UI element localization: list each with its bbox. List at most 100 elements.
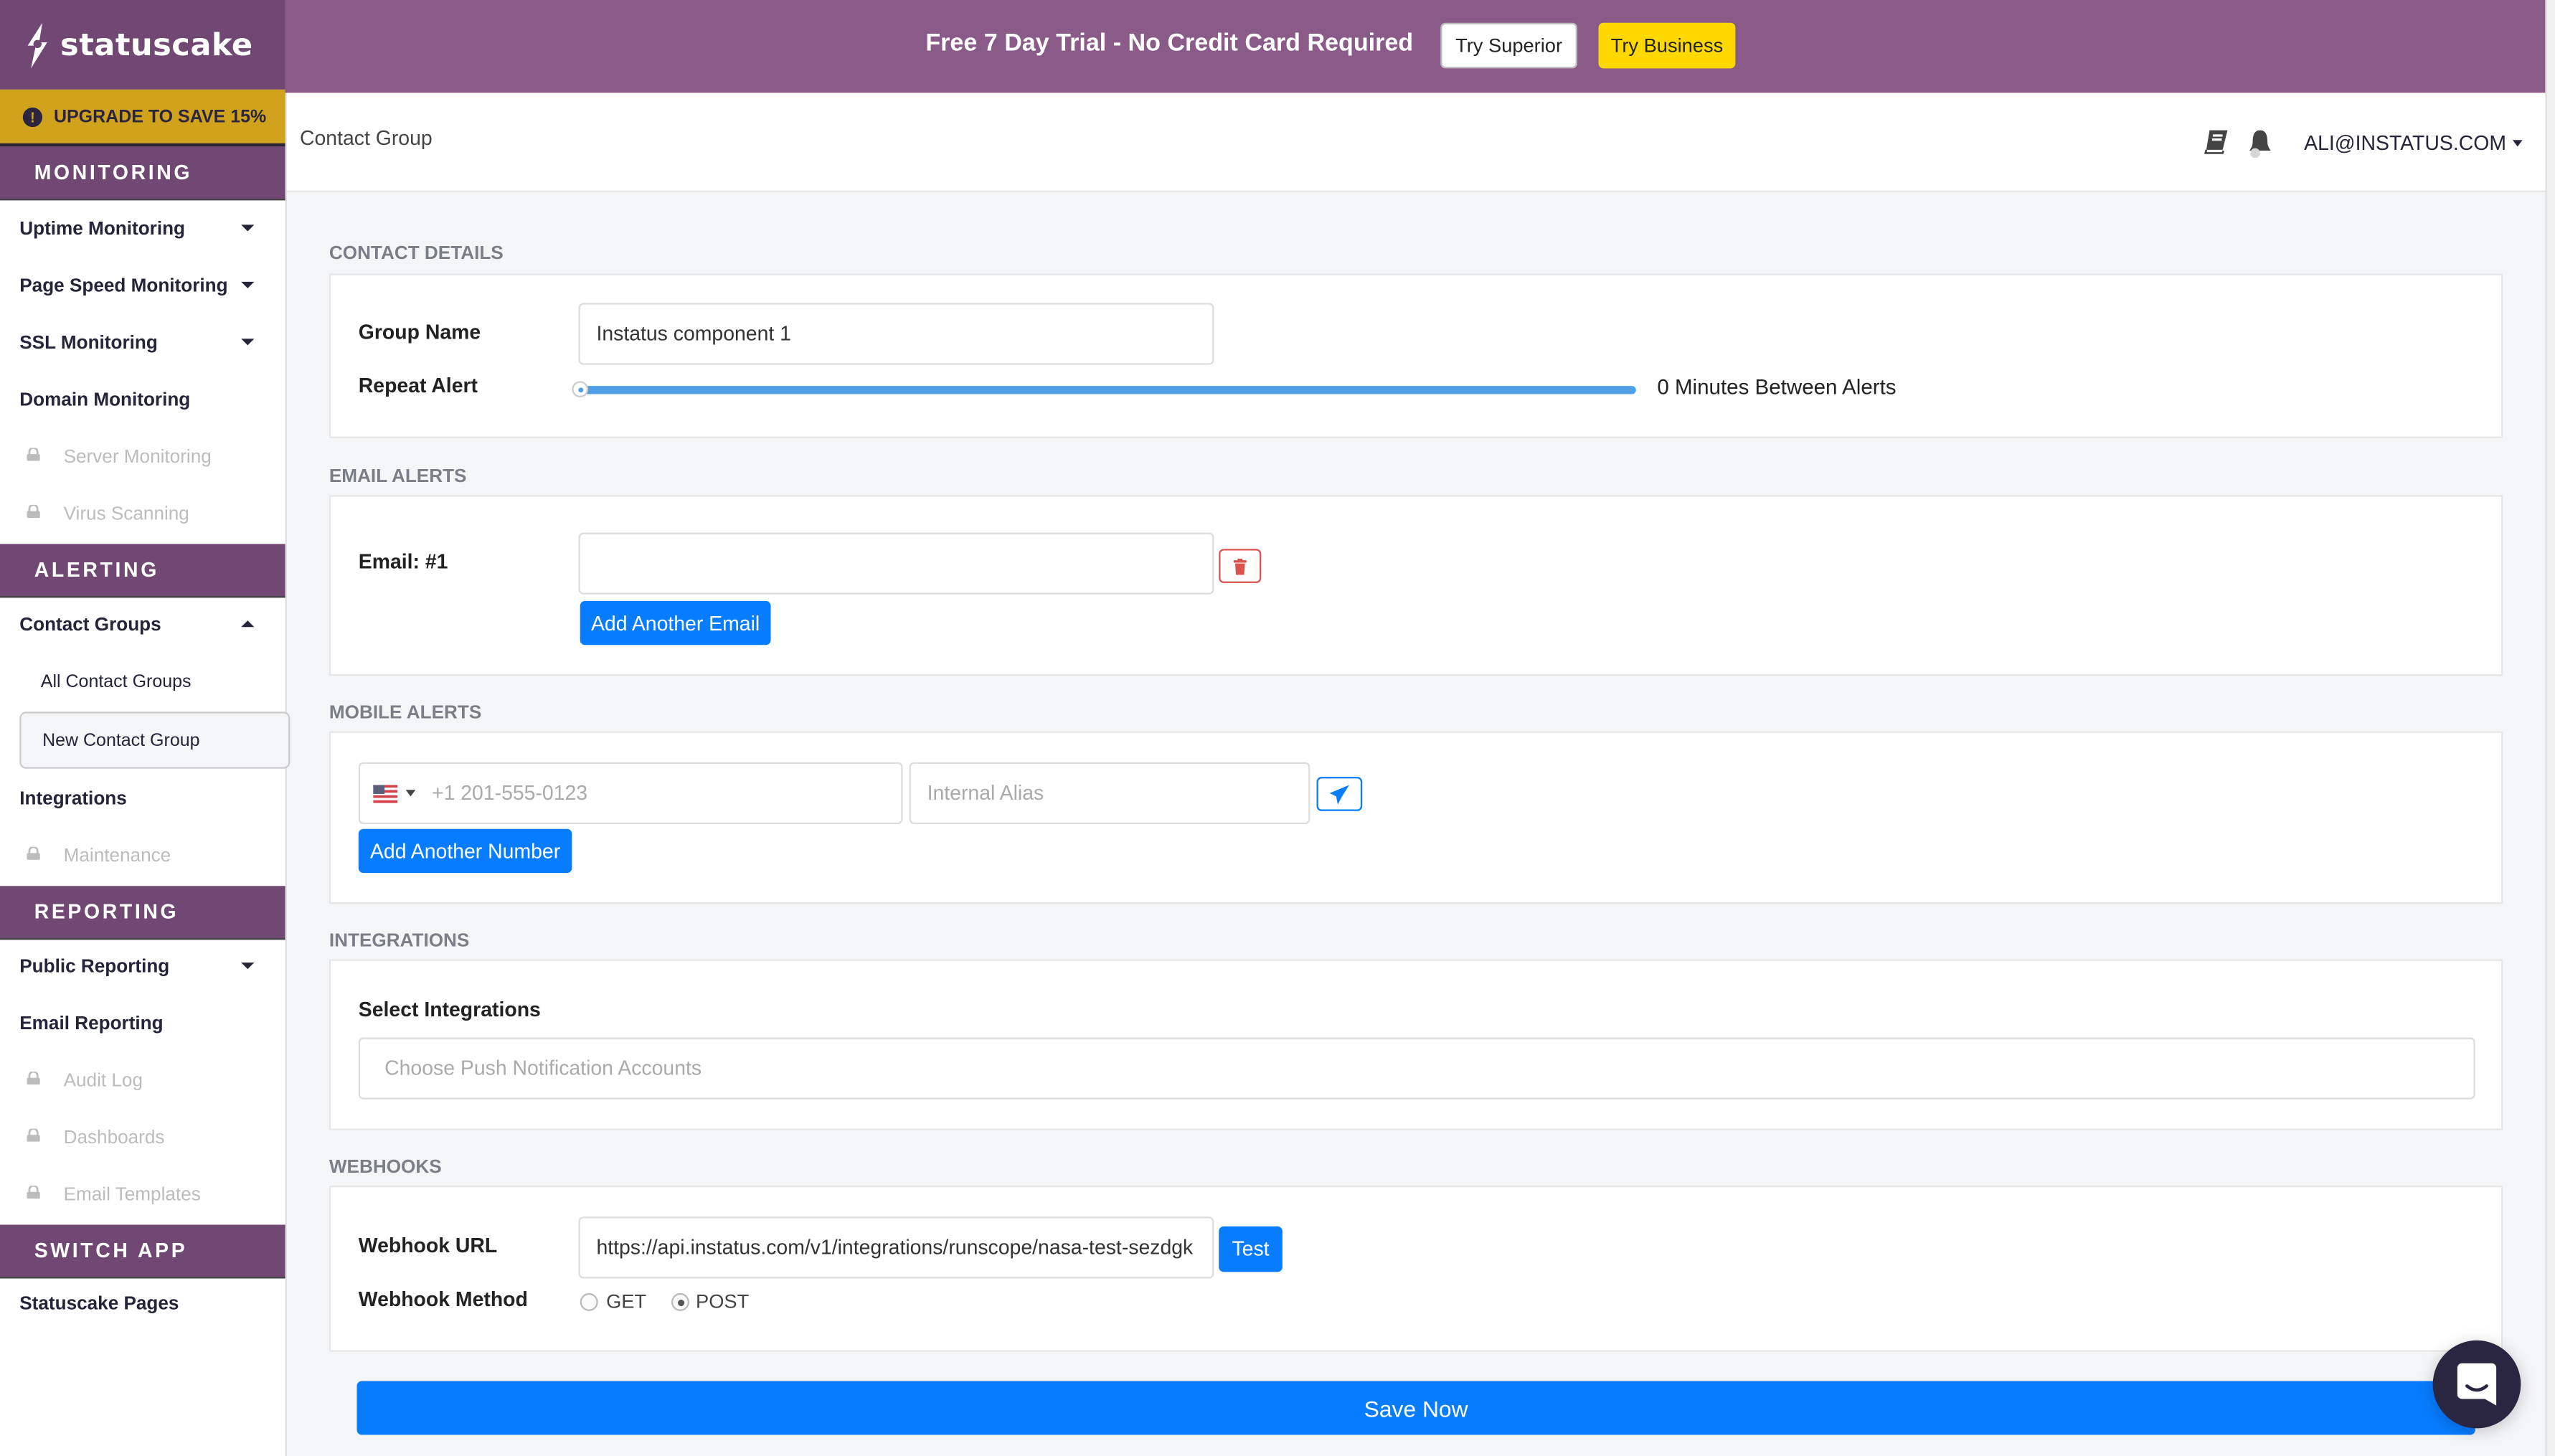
sidebar-item-label: Uptime Monitoring <box>19 219 186 239</box>
us-flag-icon[interactable] <box>373 784 398 803</box>
integrations-heading: INTEGRATIONS <box>329 931 470 952</box>
sidebar-item-audit-log[interactable]: Audit Log <box>0 1052 285 1109</box>
repeat-alert-label: Repeat Alert <box>358 374 478 398</box>
caret-up-icon <box>241 620 255 628</box>
caret-down-icon <box>2513 140 2523 147</box>
repeat-alert-slider-thumb[interactable] <box>572 381 589 398</box>
group-name-input[interactable]: Instatus component 1 <box>578 303 1214 365</box>
integrations-select[interactable]: Choose Push Notification Accounts <box>358 1037 2475 1100</box>
group-name-label: Group Name <box>358 321 481 344</box>
sidebar-section-reporting: REPORTING <box>0 886 285 940</box>
sidebar-item-label: Page Speed Monitoring <box>19 275 228 296</box>
sidebar-section-alerting: ALERTING <box>0 544 285 598</box>
sidebar-item-email-templates[interactable]: Email Templates <box>0 1166 285 1223</box>
sidebar-item-page-speed-monitoring[interactable]: Page Speed Monitoring <box>0 257 285 314</box>
sidebar-item-contact-groups[interactable]: Contact Groups <box>0 596 285 653</box>
caret-down-icon <box>241 339 255 346</box>
sidebar-item-new-contact-group[interactable]: New Contact Group <box>19 712 291 769</box>
sidebar-item-server-monitoring[interactable]: Server Monitoring <box>0 428 285 485</box>
add-another-number-button[interactable]: Add Another Number <box>358 828 572 874</box>
bell-icon[interactable] <box>2245 128 2275 159</box>
caret-down-icon <box>241 224 255 232</box>
method-post-radio[interactable] <box>671 1292 689 1311</box>
try-superior-button[interactable]: Try Superior <box>1440 22 1578 69</box>
repeat-alert-slider-track[interactable] <box>580 386 1636 394</box>
logo[interactable]: statuscake <box>0 0 285 90</box>
statuscake-logo-icon <box>27 22 47 68</box>
sidebar-item-label: Audit Log <box>63 1070 143 1091</box>
webhook-url-input[interactable]: https://api.instatus.com/v1/integrations… <box>578 1216 1214 1279</box>
sidebar-item-all-contact-groups[interactable]: All Contact Groups <box>0 653 285 710</box>
user-menu[interactable]: ALI@INSTATUS.COM <box>2304 132 2523 155</box>
caret-down-icon <box>241 281 255 288</box>
sidebar-section-switch-app: SWITCH APP <box>0 1224 285 1279</box>
sidebar-item-label: Statuscake Pages <box>19 1294 179 1314</box>
lock-icon <box>27 1128 40 1142</box>
email-input[interactable] <box>578 532 1214 595</box>
user-email: ALI@INSTATUS.COM <box>2304 131 2506 155</box>
select-integrations-label: Select Integrations <box>358 998 541 1021</box>
book-icon[interactable] <box>2203 128 2229 154</box>
email-alerts-heading: EMAIL ALERTS <box>329 467 467 487</box>
paper-plane-icon <box>1329 784 1349 804</box>
sidebar-item-label: All Contact Groups <box>40 671 192 691</box>
email-label: Email: #1 <box>358 550 448 574</box>
test-webhook-button[interactable]: Test <box>1219 1226 1283 1272</box>
save-now-button[interactable]: Save Now <box>356 1381 2475 1435</box>
sidebar-item-label: New Contact Group <box>42 730 200 750</box>
sidebar: statuscake ! UPGRADE TO SAVE 15% MONITOR… <box>0 0 291 1456</box>
add-another-email-button[interactable]: Add Another Email <box>580 600 771 646</box>
upgrade-label: UPGRADE TO SAVE 15% <box>53 106 267 126</box>
sidebar-item-maintenance[interactable]: Maintenance <box>0 828 285 884</box>
sidebar-item-statuscake-pages[interactable]: Statuscake Pages <box>0 1275 285 1332</box>
chat-widget-button[interactable] <box>2432 1340 2521 1429</box>
vertical-scrollbar[interactable] <box>2545 0 2555 1456</box>
sidebar-item-domain-monitoring[interactable]: Domain Monitoring <box>0 372 285 428</box>
sidebar-item-label: Domain Monitoring <box>19 389 191 410</box>
method-get-label: GET <box>606 1290 647 1313</box>
lock-icon <box>27 846 40 860</box>
repeat-alert-value: 0 Minutes Between Alerts <box>1657 374 1897 400</box>
sidebar-item-uptime-monitoring[interactable]: Uptime Monitoring <box>0 200 285 257</box>
lock-icon <box>27 448 40 461</box>
page-title: Contact Group <box>299 127 433 150</box>
app-window: statuscake ! UPGRADE TO SAVE 15% MONITOR… <box>0 0 2555 1456</box>
mobile-alerts-heading: MOBILE ALERTS <box>329 703 482 724</box>
lock-icon <box>27 504 40 519</box>
sidebar-item-label: Contact Groups <box>19 615 161 635</box>
sidebar-item-public-reporting[interactable]: Public Reporting <box>0 938 285 995</box>
sidebar-item-label: Server Monitoring <box>63 447 212 467</box>
sidebar-item-label: SSL Monitoring <box>19 333 158 353</box>
webhook-url-label: Webhook URL <box>358 1234 498 1257</box>
try-business-button[interactable]: Try Business <box>1598 22 1736 69</box>
sidebar-item-integrations[interactable]: Integrations <box>0 770 285 827</box>
send-test-sms-button[interactable] <box>1316 777 1363 811</box>
logo-text: statuscake <box>60 27 253 63</box>
lock-icon <box>27 1072 40 1085</box>
sidebar-item-label: Email Reporting <box>19 1013 164 1034</box>
upgrade-banner[interactable]: ! UPGRADE TO SAVE 15% <box>0 89 285 147</box>
method-post-label: POST <box>696 1290 750 1313</box>
phone-input[interactable]: +1 201-555-0123 <box>358 762 903 824</box>
delete-email-button[interactable] <box>1219 549 1262 583</box>
trial-banner: Free 7 Day Trial - No Credit Card Requir… <box>285 0 2549 93</box>
sidebar-item-label: Integrations <box>19 789 127 809</box>
method-get-radio[interactable] <box>580 1292 598 1311</box>
sidebar-item-dashboards[interactable]: Dashboards <box>0 1109 285 1166</box>
trash-icon <box>1233 557 1247 575</box>
sidebar-item-label: Dashboards <box>63 1128 165 1148</box>
sidebar-section-monitoring: MONITORING <box>0 146 285 201</box>
exclamation-icon: ! <box>22 106 43 126</box>
webhook-method-label: Webhook Method <box>358 1288 528 1311</box>
sidebar-item-label: Virus Scanning <box>63 504 189 524</box>
sidebar-item-virus-scanning[interactable]: Virus Scanning <box>0 486 285 542</box>
chat-icon <box>2457 1363 2497 1406</box>
page-header: Contact Group ALI@INSTATUS.COM <box>286 93 2549 192</box>
sidebar-item-email-reporting[interactable]: Email Reporting <box>0 995 285 1051</box>
sidebar-item-ssl-monitoring[interactable]: SSL Monitoring <box>0 314 285 371</box>
contact-details-heading: CONTACT DETAILS <box>329 244 504 264</box>
country-caret-icon[interactable] <box>405 790 416 797</box>
webhooks-heading: WEBHOOKS <box>329 1158 442 1178</box>
internal-alias-input[interactable]: Internal Alias <box>909 762 1310 824</box>
phone-placeholder: +1 201-555-0123 <box>432 781 588 805</box>
